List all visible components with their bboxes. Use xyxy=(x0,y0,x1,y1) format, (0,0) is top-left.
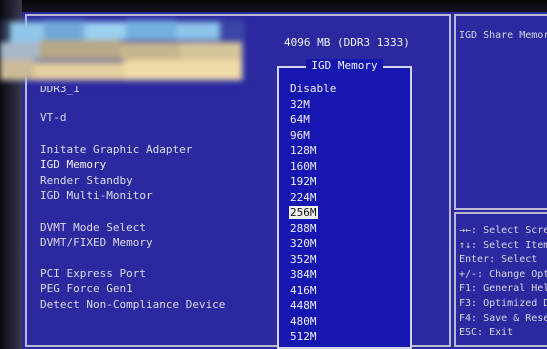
popup-option-480m[interactable]: 480M xyxy=(289,315,318,328)
menu-item-pci-express-port[interactable]: PCI Express Port xyxy=(40,267,146,280)
help-key-line: +/-: Change Opt. xyxy=(459,268,547,280)
popup-option-448m[interactable]: 448M xyxy=(289,299,318,312)
popup-option-224m[interactable]: 224M xyxy=(289,191,318,204)
popup-option-96m[interactable]: 96M xyxy=(289,129,311,142)
menu-item-detect-non-compliance-device[interactable]: Detect Non-Compliance Device xyxy=(40,298,225,311)
menu-item-vt-d[interactable]: VT-d xyxy=(40,111,67,124)
popup-option-288m[interactable]: 288M xyxy=(289,222,318,235)
popup-option-64m[interactable]: 64M xyxy=(289,113,311,126)
popup-option-32m[interactable]: 32M xyxy=(289,98,311,111)
popup-option-352m[interactable]: 352M xyxy=(289,253,318,266)
menu-item-igd-memory[interactable]: IGD Memory xyxy=(40,158,106,171)
popup-title-text: IGD Memory xyxy=(306,59,383,72)
help-description: IGD Share Memor xyxy=(459,30,547,41)
popup-option-192m[interactable]: 192M xyxy=(289,175,318,188)
menu-item-dvmt-fixed-memory[interactable]: DVMT/FIXED Memory xyxy=(40,236,153,249)
menu-item-initate-graphic-adapter[interactable]: Initate Graphic Adapter xyxy=(40,143,192,156)
menu-item-dvmt-mode-select[interactable]: DVMT Mode Select xyxy=(40,221,146,234)
popup-option-disable[interactable]: Disable xyxy=(289,82,337,95)
popup-title: IGD Memory xyxy=(279,59,410,73)
help-description-pane: IGD Share Memor xyxy=(454,14,547,210)
blurred-region xyxy=(0,20,245,82)
help-keys-pane: →←: Select Scree ↑↓: Select Item Enter: Se… xyxy=(454,212,547,347)
menu-item-igd-multi-monitor[interactable]: IGD Multi-Monitor xyxy=(40,189,153,202)
menu-item-peg-force-gen1[interactable]: PEG Force Gen1 xyxy=(40,282,133,295)
help-key-line: ESC: Exit xyxy=(459,327,514,339)
popup-option-384m[interactable]: 384M xyxy=(289,268,318,281)
help-key-line: F1: General Help xyxy=(459,283,547,295)
help-key-line: F3: Optimized De xyxy=(459,298,547,309)
menu-item-render-standby[interactable]: Render Standby xyxy=(40,174,133,187)
popup-option-416m[interactable]: 416M xyxy=(289,284,318,297)
popup-option-128m[interactable]: 128M xyxy=(289,144,318,157)
popup-option-512m[interactable]: 512M xyxy=(289,330,318,343)
help-key-line: Enter: Select xyxy=(459,254,538,266)
monitor-bezel-top xyxy=(0,0,547,12)
igd-memory-popup[interactable]: IGD Memory Disable 32M 64M 96M 128M 160M 192M 2… xyxy=(277,59,412,349)
memory-info: 4096 MB (DDR3 1333) xyxy=(284,36,410,49)
popup-option-160m[interactable]: 160M xyxy=(289,160,318,173)
help-key-line: F4: Save & Reset xyxy=(459,312,547,324)
help-key-line: →←: Select Scree xyxy=(459,225,547,236)
popup-option-256m[interactable]: 256M xyxy=(289,206,318,219)
popup-option-320m[interactable]: 320M xyxy=(289,237,318,250)
help-key-line: ↑↓: Select Item xyxy=(459,239,547,251)
